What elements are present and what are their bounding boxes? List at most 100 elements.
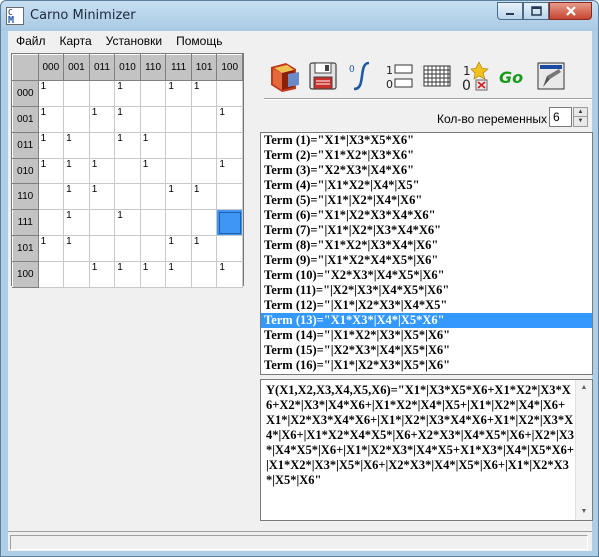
menu-settings[interactable]: Установки (99, 31, 169, 51)
terms-list[interactable]: Term (1)="X1*|X3*X5*X6" Term (2)="X1*X2*|… (260, 132, 593, 375)
kmap-cell[interactable]: 1 (114, 261, 141, 289)
kmap-cell[interactable]: 1 (114, 209, 141, 237)
kmap-cell[interactable] (216, 183, 243, 211)
kmap-cell[interactable] (190, 209, 218, 237)
kmap-cell[interactable]: 1 (165, 261, 192, 289)
kmap-cell[interactable]: 1 (190, 235, 218, 263)
result-scrollbar[interactable]: ▲ ▼ (575, 380, 592, 520)
close-button[interactable] (549, 2, 592, 20)
kmap-cell[interactable] (216, 235, 243, 263)
term-item[interactable]: Term (14)="|X1*X2*|X3*|X5*|X6" (261, 328, 592, 343)
kmap-cell[interactable]: 1 (190, 183, 218, 211)
term-item[interactable]: Term (16)="|X1*|X2*X3*|X5*|X6" (261, 358, 592, 373)
kmap-cell[interactable] (114, 183, 141, 211)
kmap-cell[interactable]: 1 (88, 261, 116, 289)
term-item[interactable]: Term (4)="|X1*X2*|X4*|X5" (261, 178, 592, 193)
spinner-up-icon[interactable]: ▲ (574, 108, 587, 117)
kmap-cell[interactable] (139, 79, 167, 107)
term-item[interactable]: Term (11)="|X2*|X3*|X4*X5*|X6" (261, 283, 592, 298)
term-item[interactable]: Term (8)="X1*X2*|X3*X4*|X6" (261, 238, 592, 253)
kmap-cell[interactable] (37, 209, 65, 237)
term-item[interactable]: Term (2)="X1*X2*|X3*X6" (261, 148, 592, 163)
kmap-cell[interactable] (139, 183, 167, 211)
kmap-cell[interactable]: 1 (139, 261, 167, 289)
truth-list-button[interactable]: 1 0 (380, 57, 418, 95)
kmap-cell[interactable]: 1 (88, 157, 116, 185)
term-item[interactable]: Term (10)="X2*X3*|X4*X5*|X6" (261, 268, 592, 283)
kmap-cell[interactable]: 1 (37, 157, 65, 185)
kmap-cell[interactable]: 1 (216, 157, 243, 185)
kmap-cell[interactable]: 1 (165, 79, 192, 107)
kmap-cell[interactable]: 1 (114, 131, 141, 159)
kmap-cell[interactable]: 1 (114, 105, 141, 133)
term-item[interactable]: Term (12)="|X1*|X2*X3*|X4*X5" (261, 298, 592, 313)
kmap-cell[interactable]: 1 (114, 79, 141, 107)
kmap-cell[interactable] (216, 131, 243, 159)
go-button[interactable]: Go (494, 57, 532, 95)
kmap-cell[interactable] (114, 235, 141, 263)
minimize-button[interactable] (497, 2, 523, 20)
variable-count-input[interactable]: 6 (549, 107, 572, 127)
kmap-cell[interactable] (139, 209, 167, 237)
kmap-cell[interactable] (114, 157, 141, 185)
kmap-cell[interactable]: 1 (37, 131, 65, 159)
save-button[interactable] (304, 57, 342, 95)
kmap-cell[interactable]: 1 (37, 235, 65, 263)
kmap-cell[interactable]: 1 (63, 235, 90, 263)
kmap-cell[interactable]: 1 (165, 235, 192, 263)
kmap-cell[interactable]: 1 (88, 183, 116, 211)
term-item[interactable]: Term (13)="X1*X3*|X4*|X5*X6" (261, 313, 592, 328)
kmap-cell[interactable] (190, 105, 218, 133)
term-item[interactable]: Term (5)="|X1*|X2*|X4*|X6" (261, 193, 592, 208)
kmap-cell[interactable] (190, 131, 218, 159)
kmap-cell[interactable] (63, 105, 90, 133)
kmap-cell[interactable] (190, 157, 218, 185)
function-button[interactable]: 0 (342, 57, 380, 95)
term-item[interactable]: Term (1)="X1*|X3*X5*X6" (261, 133, 592, 148)
kmap-cell[interactable] (190, 261, 218, 289)
variable-count-spinner[interactable]: ▲ ▼ (573, 107, 588, 127)
open-button[interactable] (266, 57, 304, 95)
kmap-cell[interactable] (63, 79, 90, 107)
menu-help[interactable]: Помощь (169, 31, 229, 51)
kmap-cell[interactable]: 1 (88, 105, 116, 133)
kmap-cell[interactable]: 1 (63, 157, 90, 185)
app-icon[interactable]: C M (6, 7, 24, 26)
term-item[interactable]: Term (9)="|X1*X2*X4*X5*|X6" (261, 253, 592, 268)
title-bar[interactable]: C M Carno Minimizer (1, 1, 598, 31)
kmap-cell[interactable]: 1 (216, 105, 243, 133)
kmap-cell[interactable]: 1 (63, 131, 90, 159)
scroll-up-icon[interactable]: ▲ (576, 380, 592, 396)
kmap-cell[interactable] (37, 183, 65, 211)
maximize-button[interactable] (523, 2, 549, 20)
kmap-cell[interactable] (165, 157, 192, 185)
kmap-cell[interactable] (216, 79, 243, 107)
kmap-cell[interactable] (88, 79, 116, 107)
kmap-cell[interactable] (63, 261, 90, 289)
kmap-cell[interactable] (139, 105, 167, 133)
kmap-cell[interactable]: 1 (165, 183, 192, 211)
kmap-cell[interactable] (165, 105, 192, 133)
term-item[interactable]: Term (6)="X1*|X2*X3*X4*X6" (261, 208, 592, 223)
result-box[interactable]: Y(X1,X2,X3,X4,X5,X6)="X1*|X3*X5*X6+X1*X2… (260, 379, 593, 521)
kmap-cell[interactable] (37, 261, 65, 289)
kmap-cell[interactable] (88, 209, 116, 237)
menu-file[interactable]: Файл (9, 31, 53, 51)
kmap-cell[interactable]: 1 (216, 261, 243, 289)
kmap-cell[interactable]: 1 (139, 157, 167, 185)
kmap-cell[interactable]: 1 (37, 105, 65, 133)
kmap-cell[interactable]: 1 (139, 131, 167, 159)
scroll-down-icon[interactable]: ▼ (576, 504, 592, 520)
kmap-cell[interactable]: 1 (37, 79, 65, 107)
term-item[interactable]: Term (7)="|X1*|X2*|X3*X4*X6" (261, 223, 592, 238)
kmap-cell[interactable] (139, 235, 167, 263)
random-button[interactable]: 1 0 (456, 57, 494, 95)
kmap-cell[interactable]: 1 (63, 209, 90, 237)
menu-map[interactable]: Карта (53, 31, 99, 51)
edit-button[interactable] (532, 57, 570, 95)
term-item[interactable]: Term (3)="X2*X3*|X4*X6" (261, 163, 592, 178)
kmap-cell[interactable]: 1 (63, 183, 90, 211)
term-item[interactable]: Term (15)="|X2*X3*|X4*|X5*|X6" (261, 343, 592, 358)
grid-button[interactable] (418, 57, 456, 95)
kmap-cell[interactable] (88, 235, 116, 263)
